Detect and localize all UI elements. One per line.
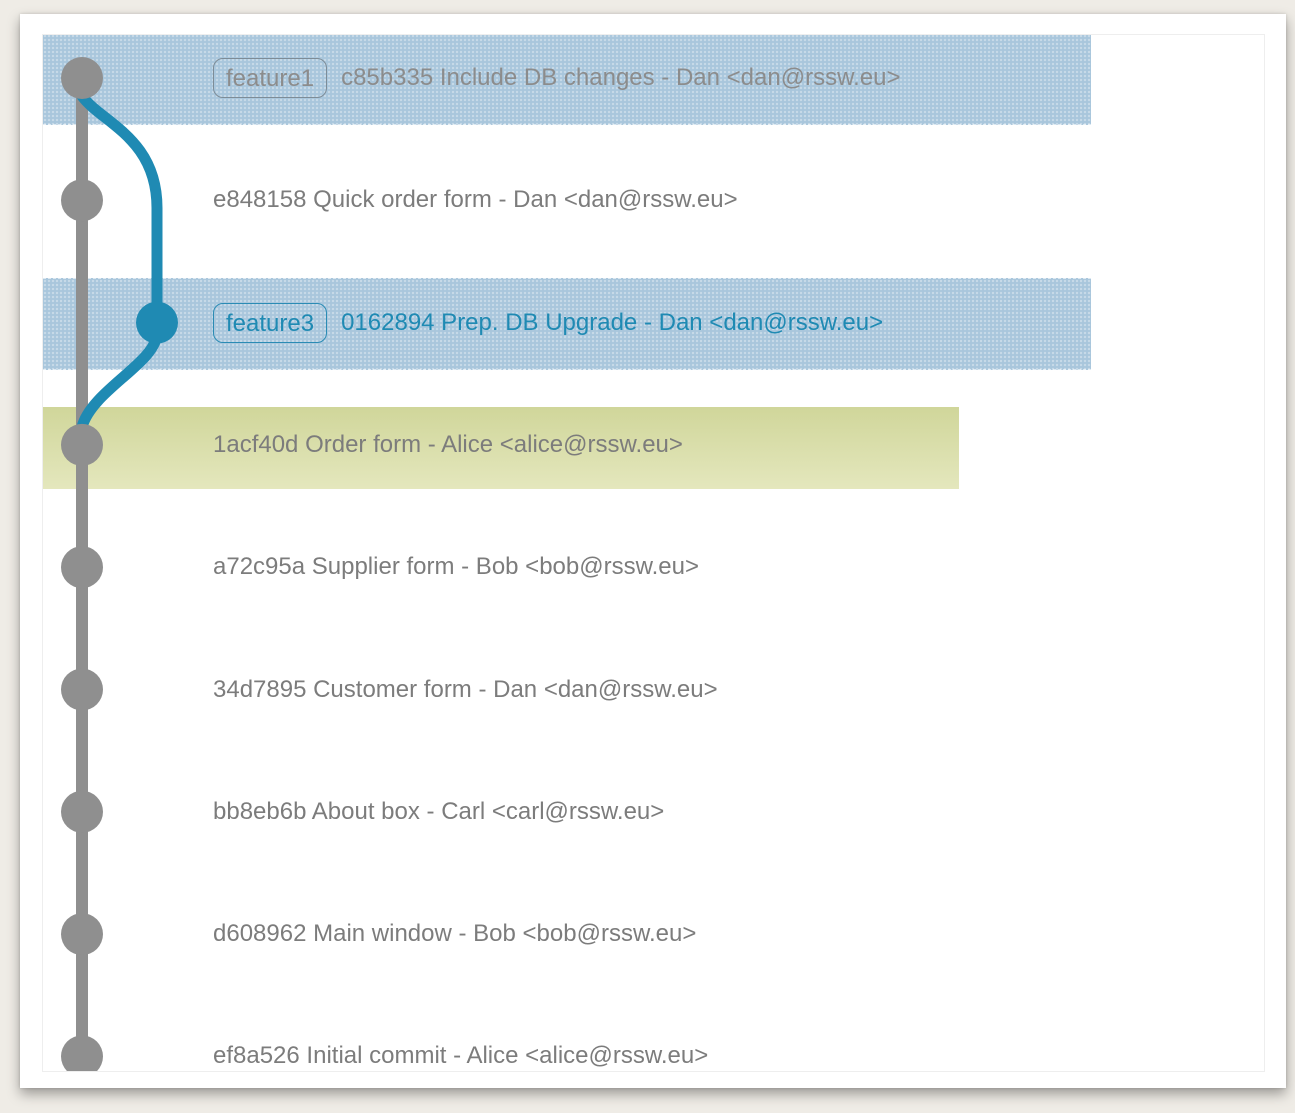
commit-message: 0162894 Prep. DB Upgrade - Dan <dan@rssw…: [341, 308, 884, 336]
commit-message: d608962 Main window - Bob <bob@rssw.eu>: [213, 920, 697, 948]
commit-message: 34d7895 Customer form - Dan <dan@rssw.eu…: [213, 675, 718, 703]
commit-node[interactable]: [61, 57, 103, 99]
commit-node[interactable]: [61, 423, 103, 466]
commit-row[interactable]: feature1 c85b335 Include DB changes - Dan…: [213, 58, 901, 98]
commit-row[interactable]: ef8a526 Initial commit - Alice <alice@rs…: [213, 1038, 709, 1071]
branch-graph: [61, 57, 178, 1071]
commit-graph-panel: feature1 c85b335 Include DB changes - Dan…: [42, 34, 1265, 1072]
commit-row[interactable]: feature3 0162894 Prep. DB Upgrade - Dan <…: [213, 302, 884, 343]
commit-row[interactable]: a72c95a Supplier form - Bob <bob@rssw.eu…: [213, 549, 699, 585]
commit-row[interactable]: 1acf40d Order form - Alice <alice@rssw.e…: [213, 427, 683, 463]
feature-branch-line: [76, 90, 163, 433]
graph-frame: feature1 c85b335 Include DB changes - Dan…: [20, 14, 1286, 1088]
commit-message: ef8a526 Initial commit - Alice <alice@rs…: [213, 1042, 709, 1070]
branch-tag[interactable]: feature1: [213, 58, 328, 98]
commit-node[interactable]: [61, 1035, 103, 1071]
commit-message: e848158 Quick order form - Dan <dan@rssw…: [213, 186, 738, 214]
commit-message: bb8eb6b About box - Carl <carl@rssw.eu>: [213, 797, 665, 825]
commit-node[interactable]: [61, 179, 103, 222]
commit-message: c85b335 Include DB changes - Dan <dan@rs…: [341, 64, 901, 91]
commit-node[interactable]: [136, 301, 178, 344]
commit-message: a72c95a Supplier form - Bob <bob@rssw.eu…: [213, 553, 699, 581]
commit-row[interactable]: e848158 Quick order form - Dan <dan@rssw…: [213, 182, 738, 218]
commit-node[interactable]: [61, 668, 103, 711]
commit-row[interactable]: 34d7895 Customer form - Dan <dan@rssw.eu…: [213, 672, 718, 708]
commit-message: 1acf40d Order form - Alice <alice@rssw.e…: [213, 430, 683, 458]
commit-row[interactable]: d608962 Main window - Bob <bob@rssw.eu>: [213, 916, 696, 952]
commit-node[interactable]: [61, 546, 103, 589]
commit-row[interactable]: bb8eb6b About box - Carl <carl@rssw.eu>: [213, 794, 664, 830]
commit-node[interactable]: [61, 913, 103, 956]
branch-tag[interactable]: feature3: [213, 302, 328, 343]
commit-node[interactable]: [61, 790, 103, 833]
